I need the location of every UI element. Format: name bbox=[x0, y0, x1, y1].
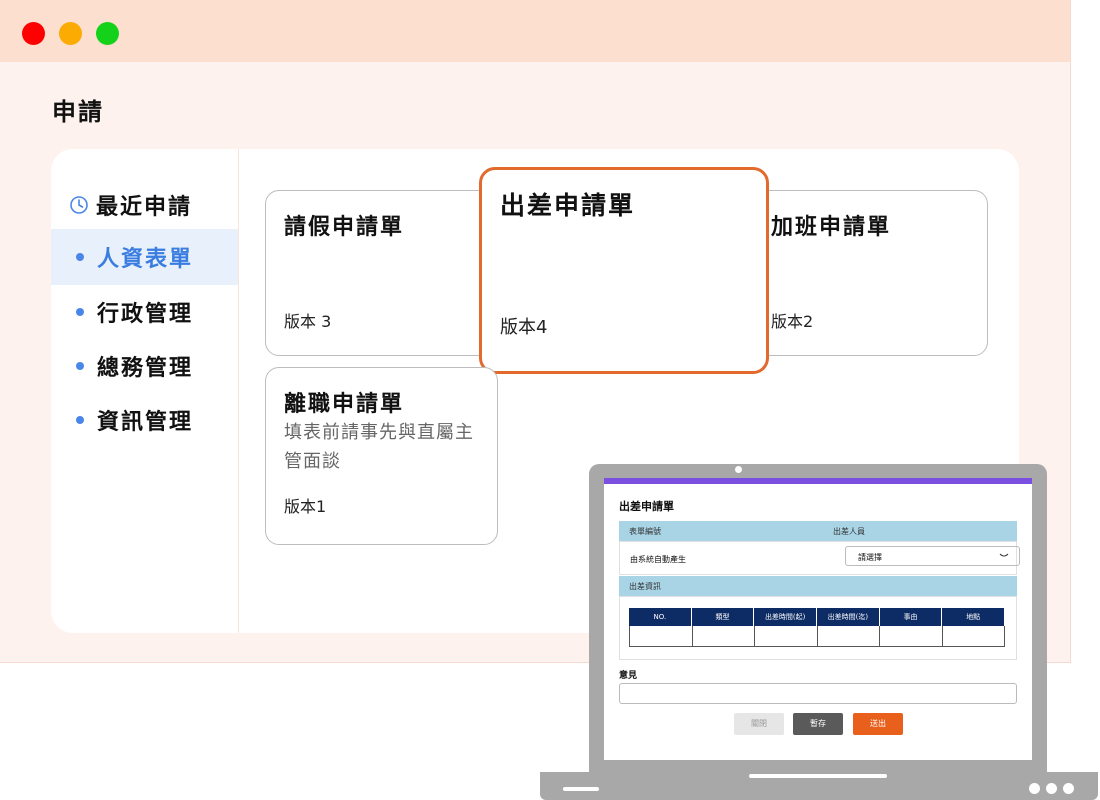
laptop-notch bbox=[749, 774, 887, 778]
column-header: NO. bbox=[629, 608, 692, 626]
laptop-camera bbox=[735, 466, 742, 473]
form-top-bar bbox=[604, 478, 1032, 484]
card-description: 填表前請事先與直屬主管面談 bbox=[284, 422, 474, 472]
card-version: 版本 3 bbox=[284, 312, 332, 331]
page-title: 申請 bbox=[52, 98, 104, 126]
form-card-leave[interactable]: 請假申請單 版本 3 bbox=[265, 190, 515, 356]
column-header: 事由 bbox=[880, 608, 943, 626]
form-row-basic: 由系統自動產生 請選擇 bbox=[619, 541, 1020, 575]
dot-icon bbox=[1046, 783, 1057, 794]
form-title: 出差申請單 bbox=[619, 500, 674, 513]
form-number-label: 表單編號 bbox=[629, 527, 661, 536]
travel-table-row[interactable] bbox=[629, 626, 1005, 647]
card-title: 出差申請單 bbox=[500, 191, 636, 220]
sidebar-item-label: 最近申請 bbox=[96, 195, 193, 220]
bullet-icon bbox=[76, 416, 84, 424]
bullet-icon bbox=[76, 362, 84, 370]
card-title: 離職申請單 bbox=[284, 392, 405, 417]
form-preview: 出差申請單 表單編號 出差人員 由系統自動產生 請選擇 出差資訊 NO. 類型 … bbox=[604, 478, 1032, 760]
dot-icon bbox=[1063, 783, 1074, 794]
bullet-icon bbox=[76, 308, 84, 316]
card-title: 請假申請單 bbox=[284, 215, 405, 240]
dot-icon bbox=[1029, 783, 1040, 794]
travel-info-label: 出差資訊 bbox=[629, 582, 661, 591]
card-version: 版本2 bbox=[771, 312, 814, 331]
sidebar-item-label: 總務管理 bbox=[97, 356, 194, 381]
minimize-window-button[interactable] bbox=[59, 22, 82, 45]
column-header: 類型 bbox=[692, 608, 755, 626]
sidebar-item-label: 行政管理 bbox=[97, 302, 194, 327]
bullet-icon bbox=[76, 253, 84, 261]
table-cell[interactable] bbox=[941, 626, 1005, 646]
sidebar-item-recent[interactable]: 最近申請 bbox=[51, 177, 238, 233]
sidebar-item-it[interactable]: 資訊管理 bbox=[51, 392, 238, 448]
travel-info-band: 出差資訊 bbox=[619, 576, 1017, 596]
traveler-select[interactable]: 請選擇 bbox=[845, 546, 1020, 566]
sidebar-item-general-affairs[interactable]: 總務管理 bbox=[51, 338, 238, 394]
form-number-value: 由系統自動產生 bbox=[630, 555, 686, 564]
submit-button[interactable]: 送出 bbox=[853, 713, 903, 735]
table-cell[interactable] bbox=[816, 626, 880, 646]
column-header: 地點 bbox=[942, 608, 1006, 626]
close-window-button[interactable] bbox=[22, 22, 45, 45]
table-cell[interactable] bbox=[629, 626, 692, 646]
sidebar-item-hr-forms[interactable]: 人資表單 bbox=[51, 229, 238, 285]
maximize-window-button[interactable] bbox=[96, 22, 119, 45]
sidebar-item-label: 人資表單 bbox=[97, 247, 194, 272]
save-draft-button[interactable]: 暫存 bbox=[793, 713, 843, 735]
form-header-band: 表單編號 出差人員 bbox=[619, 521, 1017, 541]
sidebar: 最近申請 人資表單 行政管理 總務管理 資訊管理 bbox=[51, 149, 239, 633]
close-button[interactable]: 關閉 bbox=[734, 713, 784, 735]
column-header: 出差時間(起) bbox=[754, 608, 818, 626]
traveler-label: 出差人員 bbox=[833, 527, 865, 536]
column-header: 出差時間(迄) bbox=[817, 608, 880, 626]
clock-icon bbox=[70, 196, 88, 214]
form-card-business-trip[interactable]: 出差申請單 版本4 bbox=[479, 167, 769, 374]
card-title: 加班申請單 bbox=[771, 215, 892, 240]
table-cell[interactable] bbox=[754, 626, 817, 646]
card-version: 版本4 bbox=[500, 317, 548, 338]
form-card-overtime[interactable]: 加班申請單 版本2 bbox=[738, 190, 988, 356]
opinion-label: 意見 bbox=[619, 671, 638, 681]
laptop-base-line bbox=[563, 787, 599, 791]
chevron-down-icon bbox=[999, 553, 1009, 557]
form-card-resignation[interactable]: 離職申請單 填表前請事先與直屬主管面談 版本1 bbox=[265, 367, 498, 545]
traveler-select-value: 請選擇 bbox=[858, 553, 882, 562]
table-cell[interactable] bbox=[879, 626, 942, 646]
card-version: 版本1 bbox=[284, 497, 327, 516]
travel-table-header: NO. 類型 出差時間(起) 出差時間(迄) 事由 地點 bbox=[629, 608, 1006, 626]
sidebar-item-admin[interactable]: 行政管理 bbox=[51, 284, 238, 340]
title-bar bbox=[0, 0, 1070, 62]
sidebar-item-label: 資訊管理 bbox=[97, 410, 194, 435]
opinion-input[interactable] bbox=[619, 683, 1017, 704]
table-cell[interactable] bbox=[691, 626, 755, 646]
